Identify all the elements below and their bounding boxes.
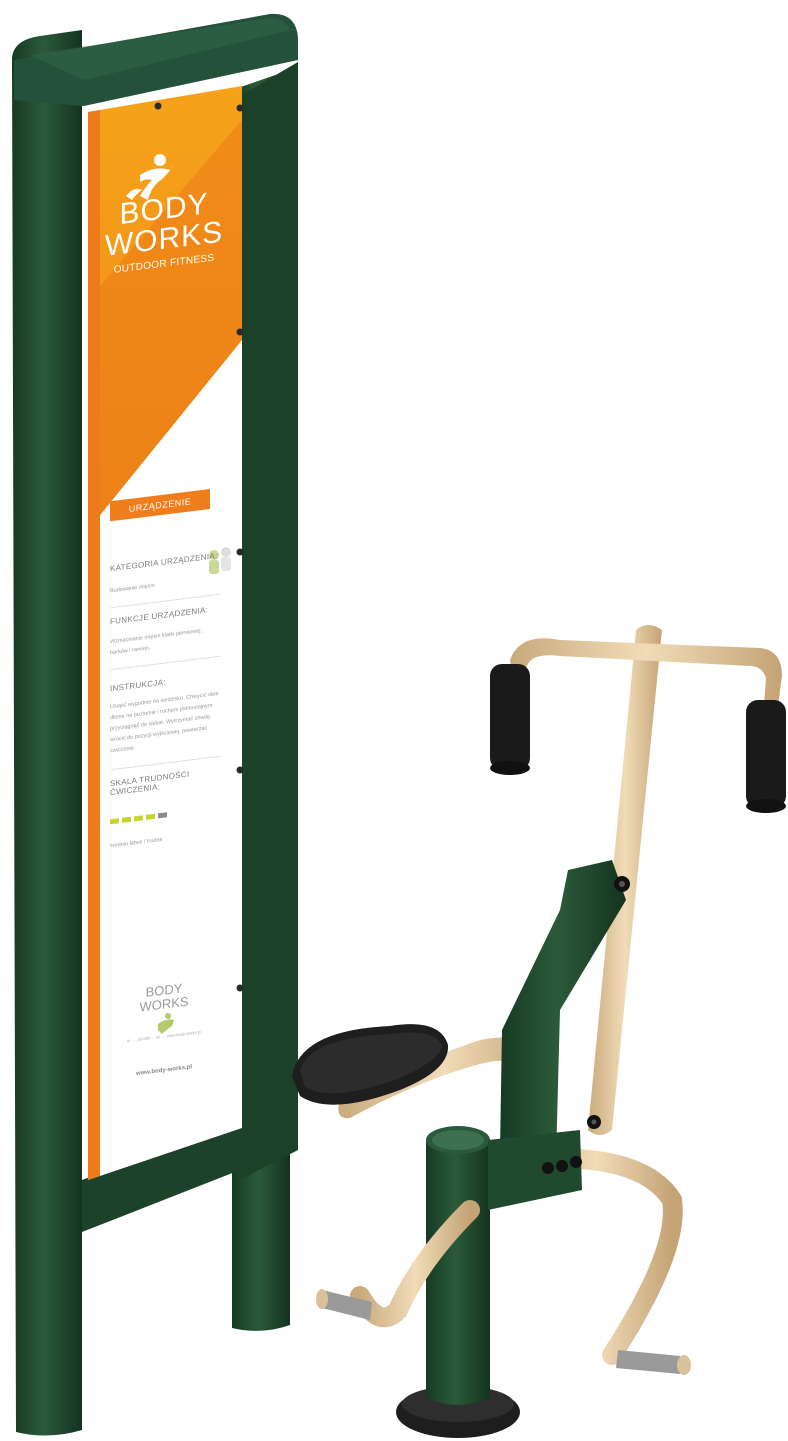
difficulty-segment <box>134 815 143 822</box>
category-heading: KATEGORIA URZĄDZENIA: <box>110 551 218 574</box>
difficulty-segment <box>110 818 119 825</box>
sign-panel-text: BODY WORKS OUTDOOR FITNESS URZĄDZENIE KA… <box>88 73 240 1172</box>
difficulty-segment <box>146 813 155 820</box>
difficulty-segment <box>158 812 167 819</box>
difficulty-scale-heading: SKALA TRUDNOŚCI ĆWICZENIA: <box>110 769 190 798</box>
category-text: Budowanie mięśni <box>110 582 155 595</box>
foot-peg-right <box>616 1350 691 1375</box>
difficulty-segment <box>122 816 131 823</box>
divider <box>110 655 220 671</box>
footer-website: www.body-works.pl <box>135 1064 193 1078</box>
difficulty-scale-bar <box>110 812 167 825</box>
instruction-heading: INSTRUKCJA: <box>110 677 166 694</box>
instruction-text: Usiąść wygodnie na siedzisku. Chwycić ob… <box>110 690 219 755</box>
footer-address: ul. ..., 00-000 ... tel. ... www.body-wo… <box>126 1029 202 1044</box>
functions-text: Wzmacnianie mięśni klatki piersiowej, ba… <box>110 628 203 657</box>
machine-column <box>426 1140 490 1405</box>
hand-grip-right <box>746 700 786 813</box>
hand-grip-left <box>490 664 530 775</box>
difficulty-scale-text: średnio łatwe / trudne <box>110 836 163 850</box>
functions-heading: FUNKCJE URZĄDZENIA: <box>110 605 209 627</box>
scene: BODY WORKS OUTDOOR FITNESS URZĄDZENIE KA… <box>0 0 788 1441</box>
section-header: URZĄDZENIE <box>110 489 210 522</box>
sign-right-post <box>240 62 298 1180</box>
sign-front-post <box>12 30 82 1436</box>
